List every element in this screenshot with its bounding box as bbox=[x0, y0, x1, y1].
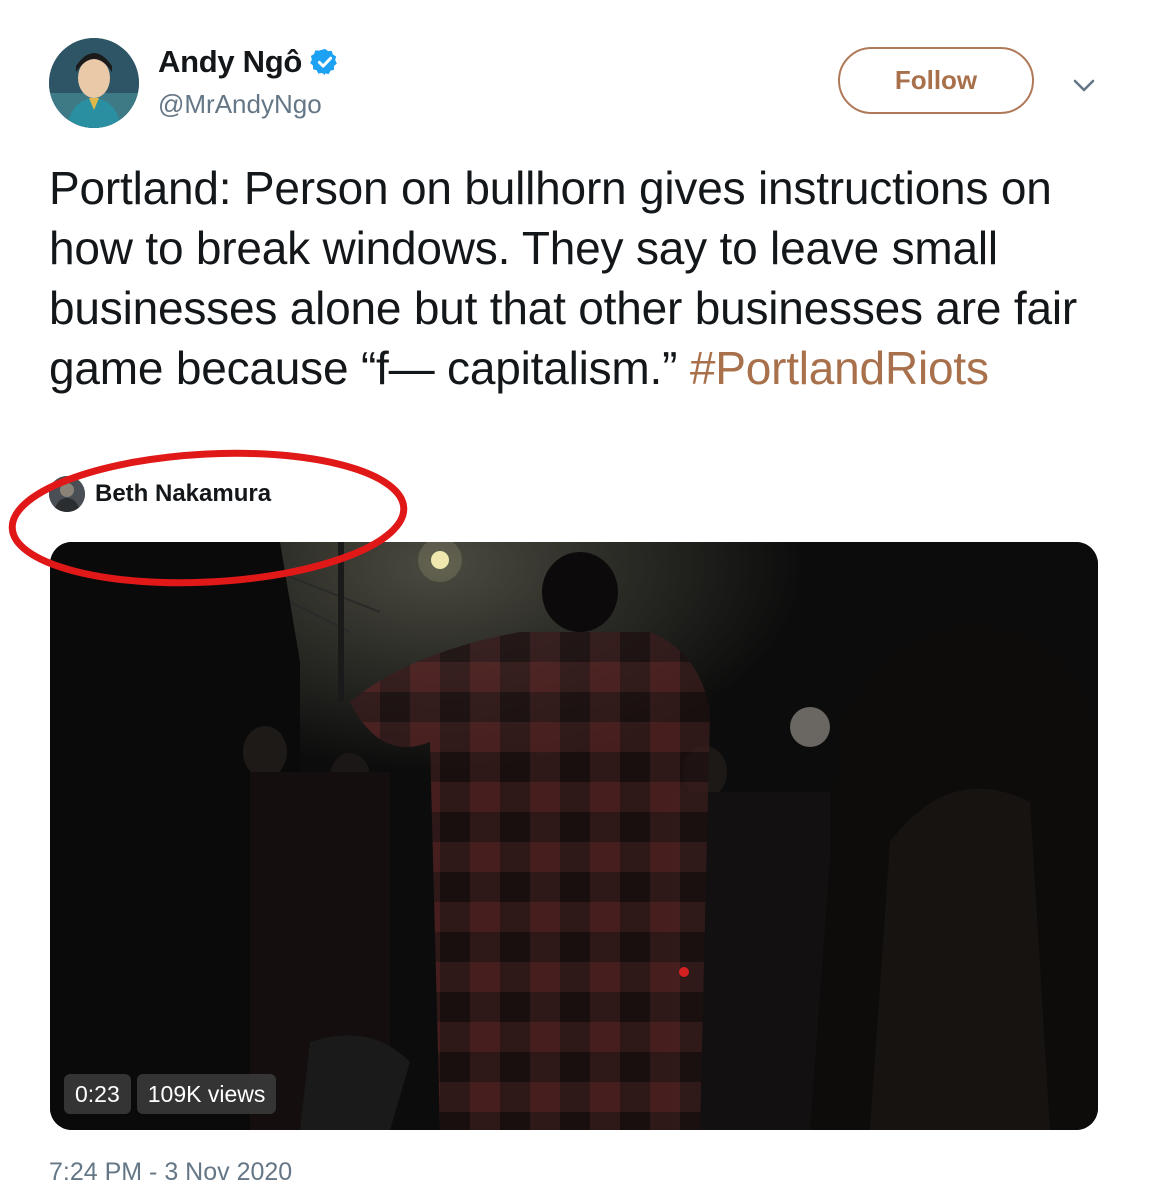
tweet-text: Portland: Person on bullhorn gives instr… bbox=[49, 158, 1109, 398]
media-attribution[interactable]: Beth Nakamura bbox=[49, 474, 271, 514]
tweet-timestamp[interactable]: 7:24 PM - 3 Nov 2020 bbox=[49, 1158, 292, 1187]
video-frame bbox=[50, 542, 1098, 1130]
video-player[interactable]: 0:23 109K views bbox=[50, 542, 1098, 1130]
tweet-card: Andy Ngô @MrAndyNgo Follow Portland: Per… bbox=[0, 0, 1174, 1200]
video-views: 109K views bbox=[136, 1074, 277, 1114]
verified-badge-icon bbox=[310, 47, 340, 77]
follow-button[interactable]: Follow bbox=[838, 47, 1034, 114]
author-handle[interactable]: @MrAndyNgo bbox=[158, 89, 322, 120]
author-name[interactable]: Andy Ngô bbox=[158, 44, 302, 80]
attribution-avatar bbox=[49, 476, 85, 512]
attribution-name[interactable]: Beth Nakamura bbox=[95, 480, 271, 508]
hashtag-link[interactable]: #PortlandRiots bbox=[690, 342, 989, 394]
chevron-down-icon[interactable] bbox=[1071, 72, 1097, 98]
video-duration: 0:23 bbox=[64, 1074, 131, 1114]
author-avatar[interactable] bbox=[49, 38, 139, 128]
author-name-row[interactable]: Andy Ngô bbox=[158, 42, 340, 82]
video-badges: 0:23 109K views bbox=[64, 1074, 277, 1114]
